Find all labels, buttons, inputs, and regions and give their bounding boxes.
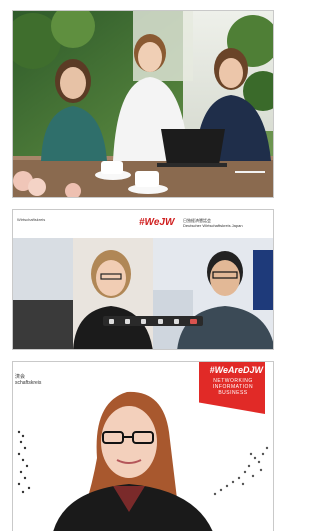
background-text: 済会 schaftskreis — [15, 374, 42, 386]
call-controls-bar — [103, 316, 203, 326]
chat-icon[interactable] — [157, 318, 163, 324]
video-call-image — [13, 210, 273, 349]
hashtag-wearedjw: #WeAreDJW — [209, 365, 263, 375]
share-icon[interactable] — [141, 318, 147, 324]
banner-text: NETWORKING INFORMATION BUSINESS — [203, 378, 263, 396]
office-photo-panel — [12, 10, 274, 198]
banner-line-business: BUSINESS — [218, 390, 248, 396]
logo-line-2: Deutscher Wirtschaftskreis Japan — [183, 223, 243, 228]
logo-subtitle: 日独経済懇話会 Deutscher Wirtschaftskreis Japan — [183, 218, 243, 228]
left-small-text: Wirtschaftskreis — [17, 217, 46, 222]
mic-icon[interactable] — [108, 318, 114, 324]
more-icon[interactable] — [173, 318, 179, 324]
video-call-panel: Wirtschaftskreis #WeJW 日独経済懇話会 Deutscher… — [12, 209, 274, 350]
camera-icon[interactable] — [124, 318, 130, 324]
end-call-icon[interactable] — [190, 318, 198, 324]
office-photo — [13, 11, 273, 197]
speaker-panel: 済会 schaftskreis #WeAreDJW NETWORKING INF… — [12, 361, 274, 531]
hashtag-wejw: #WeJW — [139, 217, 175, 228]
